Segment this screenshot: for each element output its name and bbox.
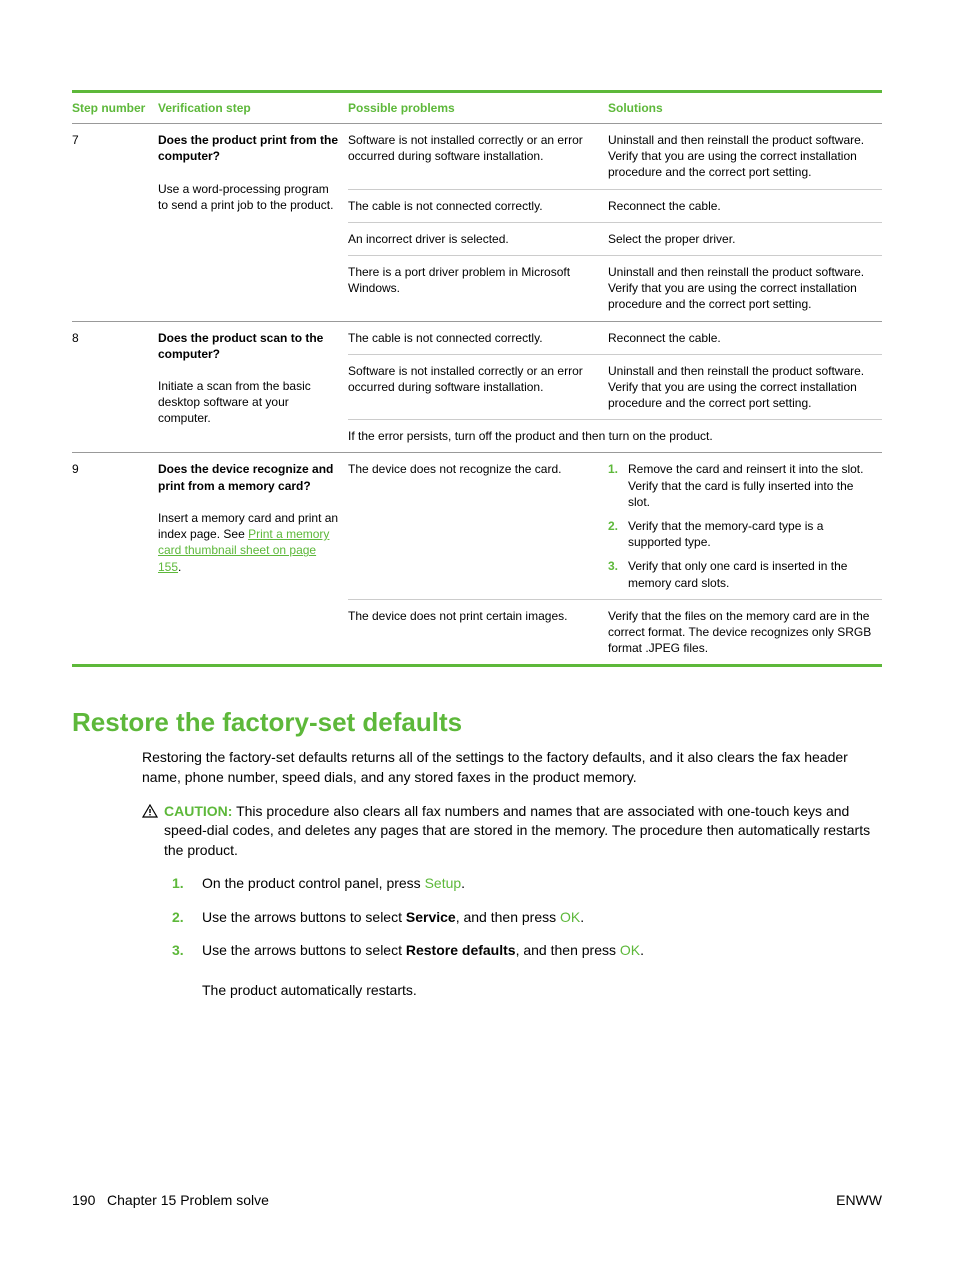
ui-bold: Restore defaults bbox=[406, 942, 516, 958]
verif-instruction: Initiate a scan from the basic desktop s… bbox=[158, 379, 311, 425]
troubleshooting-table: Step number Verification step Possible p… bbox=[72, 90, 882, 667]
list-marker: 3. bbox=[608, 558, 628, 590]
solution-cell: Reconnect the cable. bbox=[608, 189, 882, 222]
caution-label: CAUTION: bbox=[164, 803, 232, 819]
solution-cell: Select the proper driver. bbox=[608, 222, 882, 255]
document-page: Step number Verification step Possible p… bbox=[0, 0, 954, 1270]
problem-cell: Software is not installed correctly or a… bbox=[348, 124, 608, 190]
step-number: 8 bbox=[72, 321, 158, 453]
list-text: Verify that the memory-card type is a su… bbox=[628, 518, 874, 550]
section-body: Restoring the factory-set defaults retur… bbox=[142, 748, 882, 1000]
verif-question: Does the product print from the computer… bbox=[158, 133, 338, 163]
problem-cell: The device does not recognize the card. bbox=[348, 453, 608, 599]
problem-cell: Software is not installed correctly or a… bbox=[348, 354, 608, 420]
list-marker: 1. bbox=[172, 874, 202, 894]
problem-cell: The device does not print certain images… bbox=[348, 599, 608, 666]
footer-left: 190 Chapter 15 Problem solve bbox=[72, 1192, 269, 1208]
list-marker: 3. bbox=[172, 941, 202, 1000]
page-number: 190 bbox=[72, 1192, 95, 1208]
step-text: Use the arrows buttons to select Restore… bbox=[202, 941, 644, 1000]
problem-cell: An incorrect driver is selected. bbox=[348, 222, 608, 255]
list-marker: 2. bbox=[608, 518, 628, 550]
solution-cell: 1.Remove the card and reinsert it into t… bbox=[608, 453, 882, 599]
th-prob: Possible problems bbox=[348, 92, 608, 124]
footer-right: ENWW bbox=[836, 1192, 882, 1208]
th-verif: Verification step bbox=[158, 92, 348, 124]
caution-text: CAUTION: This procedure also clears all … bbox=[164, 802, 882, 861]
step-text: Use the arrows buttons to select Service… bbox=[202, 908, 584, 928]
solution-cell: Reconnect the cable. bbox=[608, 321, 882, 354]
caution-block: CAUTION: This procedure also clears all … bbox=[142, 802, 882, 861]
solution-cell: Verify that the files on the memory card… bbox=[608, 599, 882, 666]
solution-cell: Uninstall and then reinstall the product… bbox=[608, 255, 882, 321]
verification-cell: Does the product print from the computer… bbox=[158, 124, 348, 322]
step-tail: The product automatically restarts. bbox=[202, 982, 417, 998]
caution-icon bbox=[142, 804, 158, 818]
page-footer: 190 Chapter 15 Problem solve ENWW bbox=[72, 1192, 882, 1208]
problem-cell: The cable is not connected correctly. bbox=[348, 189, 608, 222]
step-number: 7 bbox=[72, 124, 158, 322]
problem-cell: The cable is not connected correctly. bbox=[348, 321, 608, 354]
list-marker: 2. bbox=[172, 908, 202, 928]
list-text: Verify that only one card is inserted in… bbox=[628, 558, 874, 590]
ui-ref: Setup bbox=[425, 875, 462, 891]
procedure-steps: 1. On the product control panel, press S… bbox=[172, 874, 882, 1000]
th-step: Step number bbox=[72, 92, 158, 124]
verif-question: Does the product scan to the computer? bbox=[158, 331, 323, 361]
chapter-title: Chapter 15 Problem solve bbox=[107, 1192, 269, 1208]
th-sol: Solutions bbox=[608, 92, 882, 124]
span-note: If the error persists, turn off the prod… bbox=[348, 420, 882, 453]
section-heading: Restore the factory-set defaults bbox=[72, 707, 882, 738]
verification-cell: Does the product scan to the computer? I… bbox=[158, 321, 348, 453]
ui-ref: OK bbox=[560, 909, 580, 925]
step-text: On the product control panel, press Setu… bbox=[202, 874, 465, 894]
solution-cell: Uninstall and then reinstall the product… bbox=[608, 354, 882, 420]
ui-bold: Service bbox=[406, 909, 456, 925]
solution-cell: Uninstall and then reinstall the product… bbox=[608, 124, 882, 190]
list-text: Remove the card and reinsert it into the… bbox=[628, 461, 874, 510]
problem-cell: There is a port driver problem in Micros… bbox=[348, 255, 608, 321]
ui-ref: OK bbox=[620, 942, 640, 958]
list-marker: 1. bbox=[608, 461, 628, 510]
verif-question: Does the device recognize and print from… bbox=[158, 462, 333, 492]
verif-instruction: Use a word-processing program to send a … bbox=[158, 182, 333, 212]
verif-text-tail: . bbox=[178, 560, 181, 574]
verification-cell: Does the device recognize and print from… bbox=[158, 453, 348, 666]
caution-body: This procedure also clears all fax numbe… bbox=[164, 803, 870, 858]
step-number: 9 bbox=[72, 453, 158, 666]
intro-para: Restoring the factory-set defaults retur… bbox=[142, 748, 882, 787]
